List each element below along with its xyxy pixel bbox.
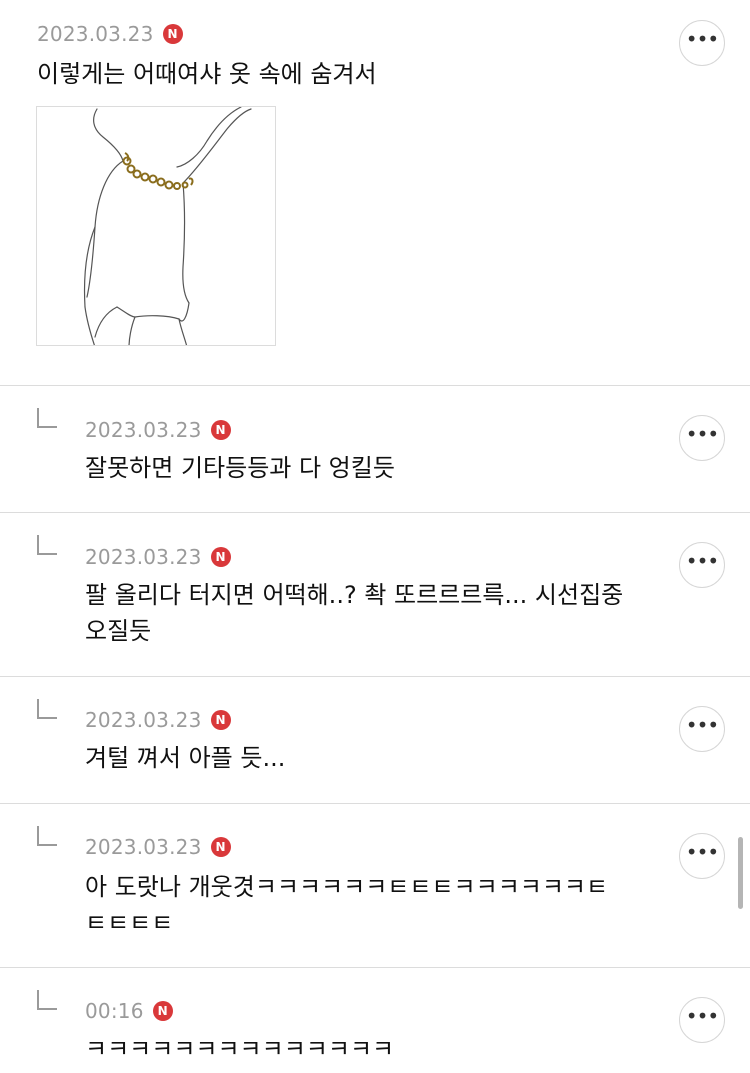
comment-text: 이렇게는 어때여샤 옷 속에 숨겨서	[37, 60, 377, 88]
reply-item: 2023.03.23 N 팔 올리다 터지면 어떡해..? 촥 또르르르륵...…	[0, 513, 750, 676]
more-dots-icon: •••	[685, 422, 719, 446]
new-badge: N	[162, 24, 183, 44]
more-dots-icon: •••	[685, 549, 719, 573]
comment-meta: 2023.03.23 N	[85, 706, 231, 734]
more-dots-icon: •••	[685, 840, 719, 864]
scrollbar[interactable]	[738, 837, 743, 909]
comment-date: 2023.03.23	[85, 835, 202, 859]
comment-date: 2023.03.23	[85, 545, 202, 569]
comment-text: ㅋㅋㅋㅋㅋㅋㅋㅋㅋㅋㅋㅋㅋㅋ	[85, 1035, 395, 1063]
reply-arrow-icon	[37, 826, 57, 846]
comment-meta: 2023.03.23 N	[85, 543, 231, 571]
more-dots-icon: •••	[685, 1004, 719, 1028]
more-dots-icon: •••	[685, 713, 719, 737]
necklace-sketch-icon	[83, 107, 252, 345]
reply-arrow-icon	[37, 990, 57, 1010]
new-badge: N	[210, 710, 231, 730]
comment-text: 잘못하면 기타등등과 다 엉킬듯	[85, 454, 395, 482]
reply-arrow-icon	[37, 408, 57, 428]
reply-item: 2023.03.23 N 겨털 껴서 아플 듯...	[0, 677, 750, 803]
more-options-button[interactable]: •••	[679, 997, 725, 1043]
new-badge: N	[210, 547, 231, 567]
comment-meta: 00:16 N	[85, 997, 173, 1025]
comment-thread: 2023.03.23 N 이렇게는 어때여샤 옷 속에 숨겨서 2023.03.…	[0, 0, 750, 1073]
comment-date: 2023.03.23	[37, 22, 154, 46]
reply-item: 2023.03.23 N 잘못하면 기타등등과 다 엉킬듯	[0, 386, 750, 512]
comment-meta: 2023.03.23 N	[37, 20, 183, 48]
more-dots-icon: •••	[685, 27, 719, 51]
attached-drawing-image[interactable]	[36, 106, 276, 346]
comment-meta: 2023.03.23 N	[85, 416, 231, 444]
comment-text: 팔 올리다 터지면 어떡해..? 촥 또르르르륵... 시선집중 오질듯	[85, 581, 624, 645]
more-options-button[interactable]: •••	[679, 706, 725, 752]
more-options-button[interactable]: •••	[679, 542, 725, 588]
new-badge: N	[210, 420, 231, 440]
comment-date: 2023.03.23	[85, 708, 202, 732]
reply-arrow-icon	[37, 535, 57, 555]
comment-date: 00:16	[85, 999, 144, 1023]
comment-text: 겨털 껴서 아플 듯...	[85, 744, 286, 772]
comment-text: 아 도랏나 개웃겻ㅋㅋㅋㅋㅋㅋㅌㅌㅌㅋㅋㅋㅋㅋㅋㅌ ㅌㅌㅌㅌ	[85, 873, 609, 937]
comment-item: 2023.03.23 N 이렇게는 어때여샤 옷 속에 숨겨서	[0, 0, 750, 386]
more-options-button[interactable]: •••	[679, 20, 725, 66]
more-options-button[interactable]: •••	[679, 415, 725, 461]
new-badge: N	[210, 837, 231, 857]
new-badge: N	[152, 1001, 173, 1021]
reply-arrow-icon	[37, 699, 57, 719]
comment-meta: 2023.03.23 N	[85, 833, 231, 861]
reply-item: 2023.03.23 N 아 도랏나 개웃겻ㅋㅋㅋㅋㅋㅋㅌㅌㅌㅋㅋㅋㅋㅋㅋㅌ ㅌ…	[0, 804, 750, 967]
comment-date: 2023.03.23	[85, 418, 202, 442]
reply-item: 00:16 N ㅋㅋㅋㅋㅋㅋㅋㅋㅋㅋㅋㅋㅋㅋ	[0, 968, 750, 1073]
more-options-button[interactable]: •••	[679, 833, 725, 879]
